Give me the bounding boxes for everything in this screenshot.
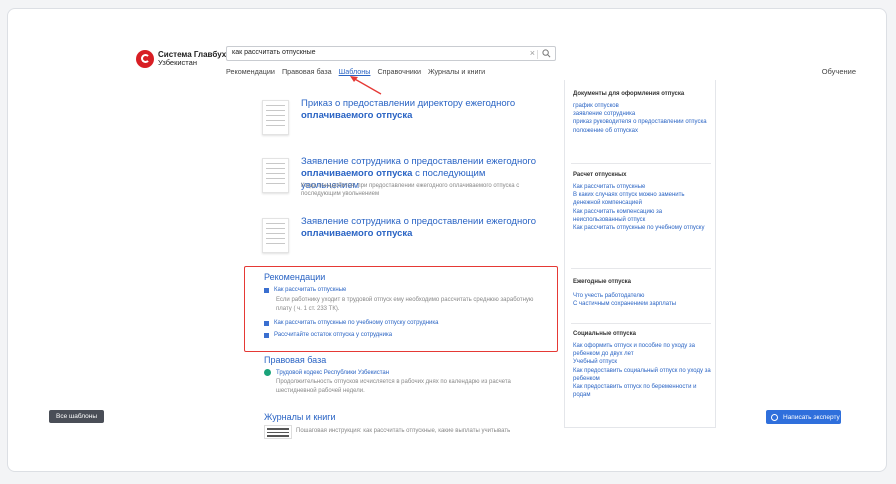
chat-icon [771, 413, 778, 421]
sidebar-link[interactable]: Как рассчитать отпускные по учебному отп… [573, 224, 713, 232]
journal-item[interactable]: Пошаговая инструкция: как рассчитать отп… [296, 428, 510, 434]
results-list: Приказ о предоставлении директору ежегод… [262, 98, 562, 266]
sidebar-divider [571, 268, 711, 269]
recommendations-title: Рекомендации [264, 272, 326, 282]
sidebar-group: Социальные отпуска Как оформить отпуск и… [573, 331, 713, 399]
sidebar-link[interactable]: Как рассчитать компенсацию за неиспользо… [573, 208, 713, 224]
law-item[interactable]: Трудовой кодекс Республики Узбекистан [264, 369, 389, 376]
sidebar-group: Документы для оформления отпуска график … [573, 91, 713, 135]
close-icon[interactable]: × [530, 48, 535, 58]
document-item[interactable]: Приказ о предоставлении директору ежегод… [262, 98, 562, 156]
sidebar-link[interactable]: Как предоставить отпуск по беременности … [573, 383, 713, 399]
document-thumbnail [262, 218, 289, 253]
recommendation-item[interactable]: Рассчитайте остаток отпуска у сотрудника [264, 332, 392, 338]
recommendation-item[interactable]: Как рассчитать отпускные [264, 287, 346, 293]
sidebar-group: Расчет отпускных Как рассчитать отпускны… [573, 172, 713, 232]
search-icon[interactable] [542, 49, 551, 58]
sidebar-link[interactable]: заявление сотрудника [573, 110, 713, 118]
document-item[interactable]: Заявление сотрудника о предоставлении еж… [262, 216, 562, 266]
search-bar[interactable]: как рассчитать отпускные × [226, 46, 556, 61]
logo-subtitle: Узбекистан [158, 58, 197, 67]
related-sidebar: Документы для оформления отпуска график … [564, 80, 716, 428]
logo-icon [136, 50, 154, 68]
sidebar-link[interactable]: Учебный отпуск [573, 358, 713, 366]
legal-base-title: Правовая база [264, 355, 327, 365]
recommendation-item[interactable]: Как рассчитать отпускные по учебному отп… [264, 320, 438, 326]
recommendation-description: Если работнику уходит в трудовой отпуск … [276, 297, 534, 312]
document-title[interactable]: Приказ о предоставлении директору ежегод… [301, 98, 541, 122]
ask-expert-button[interactable]: Написать эксперту [766, 410, 841, 424]
tab-recommendations[interactable]: Рекомендации [226, 67, 275, 76]
sidebar-divider [571, 163, 711, 164]
document-icon [264, 320, 269, 326]
document-icon [264, 332, 269, 338]
journal-thumbnail [264, 425, 292, 439]
sidebar-link[interactable]: Как оформить отпуск и пособие по уходу з… [573, 342, 713, 358]
document-title[interactable]: Заявление сотрудника о предоставлении еж… [301, 216, 541, 240]
sidebar-group-title: Расчет отпускных [573, 172, 627, 178]
search-input[interactable]: как рассчитать отпускные [232, 49, 316, 56]
sidebar-group-title: Ежегодные отпуска [573, 279, 632, 285]
document-thumbnail [262, 158, 289, 193]
sidebar-group-title: Документы для оформления отпуска [573, 91, 685, 97]
document-icon [264, 287, 269, 293]
document-description: Когда понадобится: при предоставлении еж… [301, 183, 520, 197]
annotation-arrow [350, 76, 382, 95]
sidebar-group-title: Социальные отпуска [573, 331, 636, 337]
sidebar-link[interactable]: Как рассчитать отпускные [573, 183, 713, 191]
training-link[interactable]: Обучение [822, 67, 856, 76]
sidebar-link[interactable]: Что учесть работодателю [573, 292, 713, 300]
sidebar-link[interactable]: С частичным сохранением зарплаты [573, 300, 713, 308]
sidebar-link[interactable]: график отпусков [573, 102, 713, 110]
law-description: Продолжительность отпусков исчисляется в… [276, 379, 511, 394]
document-thumbnail [262, 100, 289, 135]
sidebar-divider [571, 323, 711, 324]
tab-journals[interactable]: Журналы и книги [428, 67, 485, 76]
all-templates-button[interactable]: Все шаблоны [49, 410, 104, 423]
sidebar-link[interactable]: приказ руководителя о предоставлении отп… [573, 118, 713, 126]
sidebar-link[interactable]: положение об отпусках [573, 127, 713, 135]
search-divider [537, 50, 538, 59]
law-icon [264, 369, 271, 376]
logo[interactable]: Система Главбух Узбекистан [136, 50, 226, 68]
sidebar-group: Ежегодные отпуска Что учесть работодател… [573, 279, 713, 308]
document-item[interactable]: Заявление сотрудника о предоставлении еж… [262, 156, 562, 216]
tab-legal-base[interactable]: Правовая база [282, 67, 332, 76]
sidebar-link[interactable]: Как предоставить социальный отпуск по ух… [573, 367, 713, 383]
sidebar-link[interactable]: В каких случаях отпуск можно заменить де… [573, 191, 713, 207]
journals-title: Журналы и книги [264, 412, 336, 422]
